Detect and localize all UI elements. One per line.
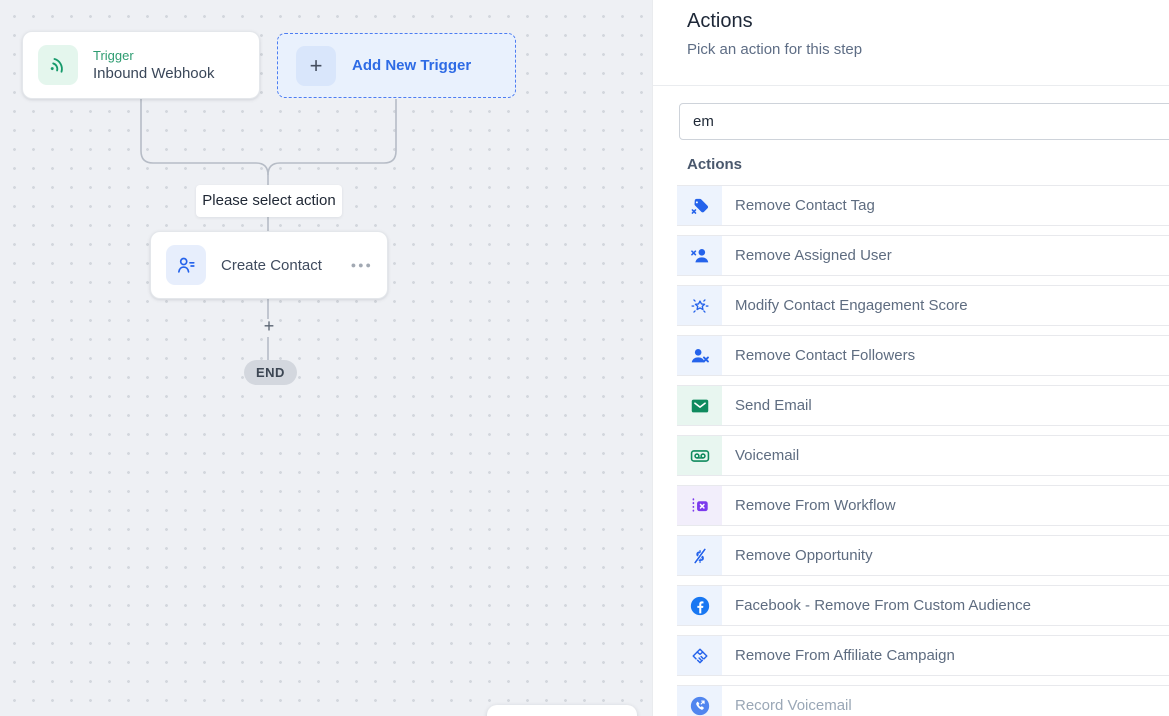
trigger-node[interactable]: Trigger Inbound Webhook	[22, 31, 260, 99]
action-list-item[interactable]: $Remove Opportunity	[677, 535, 1169, 576]
action-list-item[interactable]: Modify Contact Engagement Score	[677, 285, 1169, 326]
action-list-item[interactable]: Record Voicemail	[677, 685, 1169, 716]
panel-subtitle: Pick an action for this step	[687, 41, 862, 58]
action-list-item[interactable]: Facebook - Remove From Custom Audience	[677, 585, 1169, 626]
action-list-item[interactable]: Remove Contact Tag	[677, 185, 1169, 226]
action-label: Facebook - Remove From Custom Audience	[722, 586, 1031, 625]
tag-remove-icon	[677, 186, 722, 225]
workflow-remove-icon	[677, 486, 722, 525]
engagement-score-icon	[677, 286, 722, 325]
end-badge: END	[244, 360, 297, 385]
voicemail-icon	[677, 436, 722, 475]
add-step-button[interactable]: +	[260, 316, 278, 337]
workflow-builder: Trigger Inbound Webhook + Add New Trigge…	[0, 0, 1169, 716]
action-label: Remove From Affiliate Campaign	[722, 636, 955, 675]
action-list-item[interactable]: Remove Contact Followers	[677, 335, 1169, 376]
action-list-item[interactable]: Remove Assigned User	[677, 235, 1169, 276]
handshake-icon	[677, 636, 722, 675]
action-label: Voicemail	[722, 436, 799, 475]
select-action-label: Please select action	[196, 185, 342, 217]
webhook-icon	[38, 45, 78, 85]
action-node-title: Create Contact	[221, 257, 322, 274]
action-label: Record Voicemail	[722, 686, 852, 716]
action-label: Remove Contact Tag	[722, 186, 875, 225]
panel-divider	[653, 85, 1169, 86]
email-icon	[677, 386, 722, 425]
trigger-kind-label: Trigger	[93, 48, 215, 63]
canvas-toolbar[interactable]	[487, 705, 637, 716]
record-voicemail-icon	[677, 686, 722, 716]
panel-title: Actions	[687, 10, 753, 33]
action-label: Remove Contact Followers	[722, 336, 915, 375]
action-list-item[interactable]: Voicemail	[677, 435, 1169, 476]
action-label: Remove Opportunity	[722, 536, 873, 575]
actions-panel: Actions Pick an action for this step Act…	[652, 0, 1169, 716]
node-menu-icon[interactable]: ●●●	[351, 260, 373, 270]
workflow-connectors	[0, 0, 652, 716]
action-list-item[interactable]: Send Email	[677, 385, 1169, 426]
action-search-input[interactable]	[679, 103, 1169, 140]
actions-section-header: Actions	[687, 156, 742, 173]
actions-list: Remove Contact Tag Remove Assigned User Mo…	[677, 185, 1169, 716]
trigger-title: Inbound Webhook	[93, 65, 215, 82]
facebook-icon	[677, 586, 722, 625]
add-new-trigger-label: Add New Trigger	[352, 57, 471, 74]
action-list-item[interactable]: Remove From Affiliate Campaign	[677, 635, 1169, 676]
action-label: Remove Assigned User	[722, 236, 892, 275]
action-list-item[interactable]: Remove From Workflow	[677, 485, 1169, 526]
create-contact-node[interactable]: Create Contact ●●●	[150, 231, 388, 299]
action-label: Remove From Workflow	[722, 486, 896, 525]
action-label: Modify Contact Engagement Score	[722, 286, 968, 325]
plus-icon: +	[296, 46, 336, 86]
opportunity-remove-icon: $	[677, 536, 722, 575]
user-remove-icon	[677, 236, 722, 275]
action-label: Send Email	[722, 386, 812, 425]
followers-remove-icon	[677, 336, 722, 375]
workflow-canvas[interactable]: Trigger Inbound Webhook + Add New Trigge…	[0, 0, 652, 716]
add-new-trigger-button[interactable]: + Add New Trigger	[277, 33, 516, 98]
create-contact-icon	[166, 245, 206, 285]
